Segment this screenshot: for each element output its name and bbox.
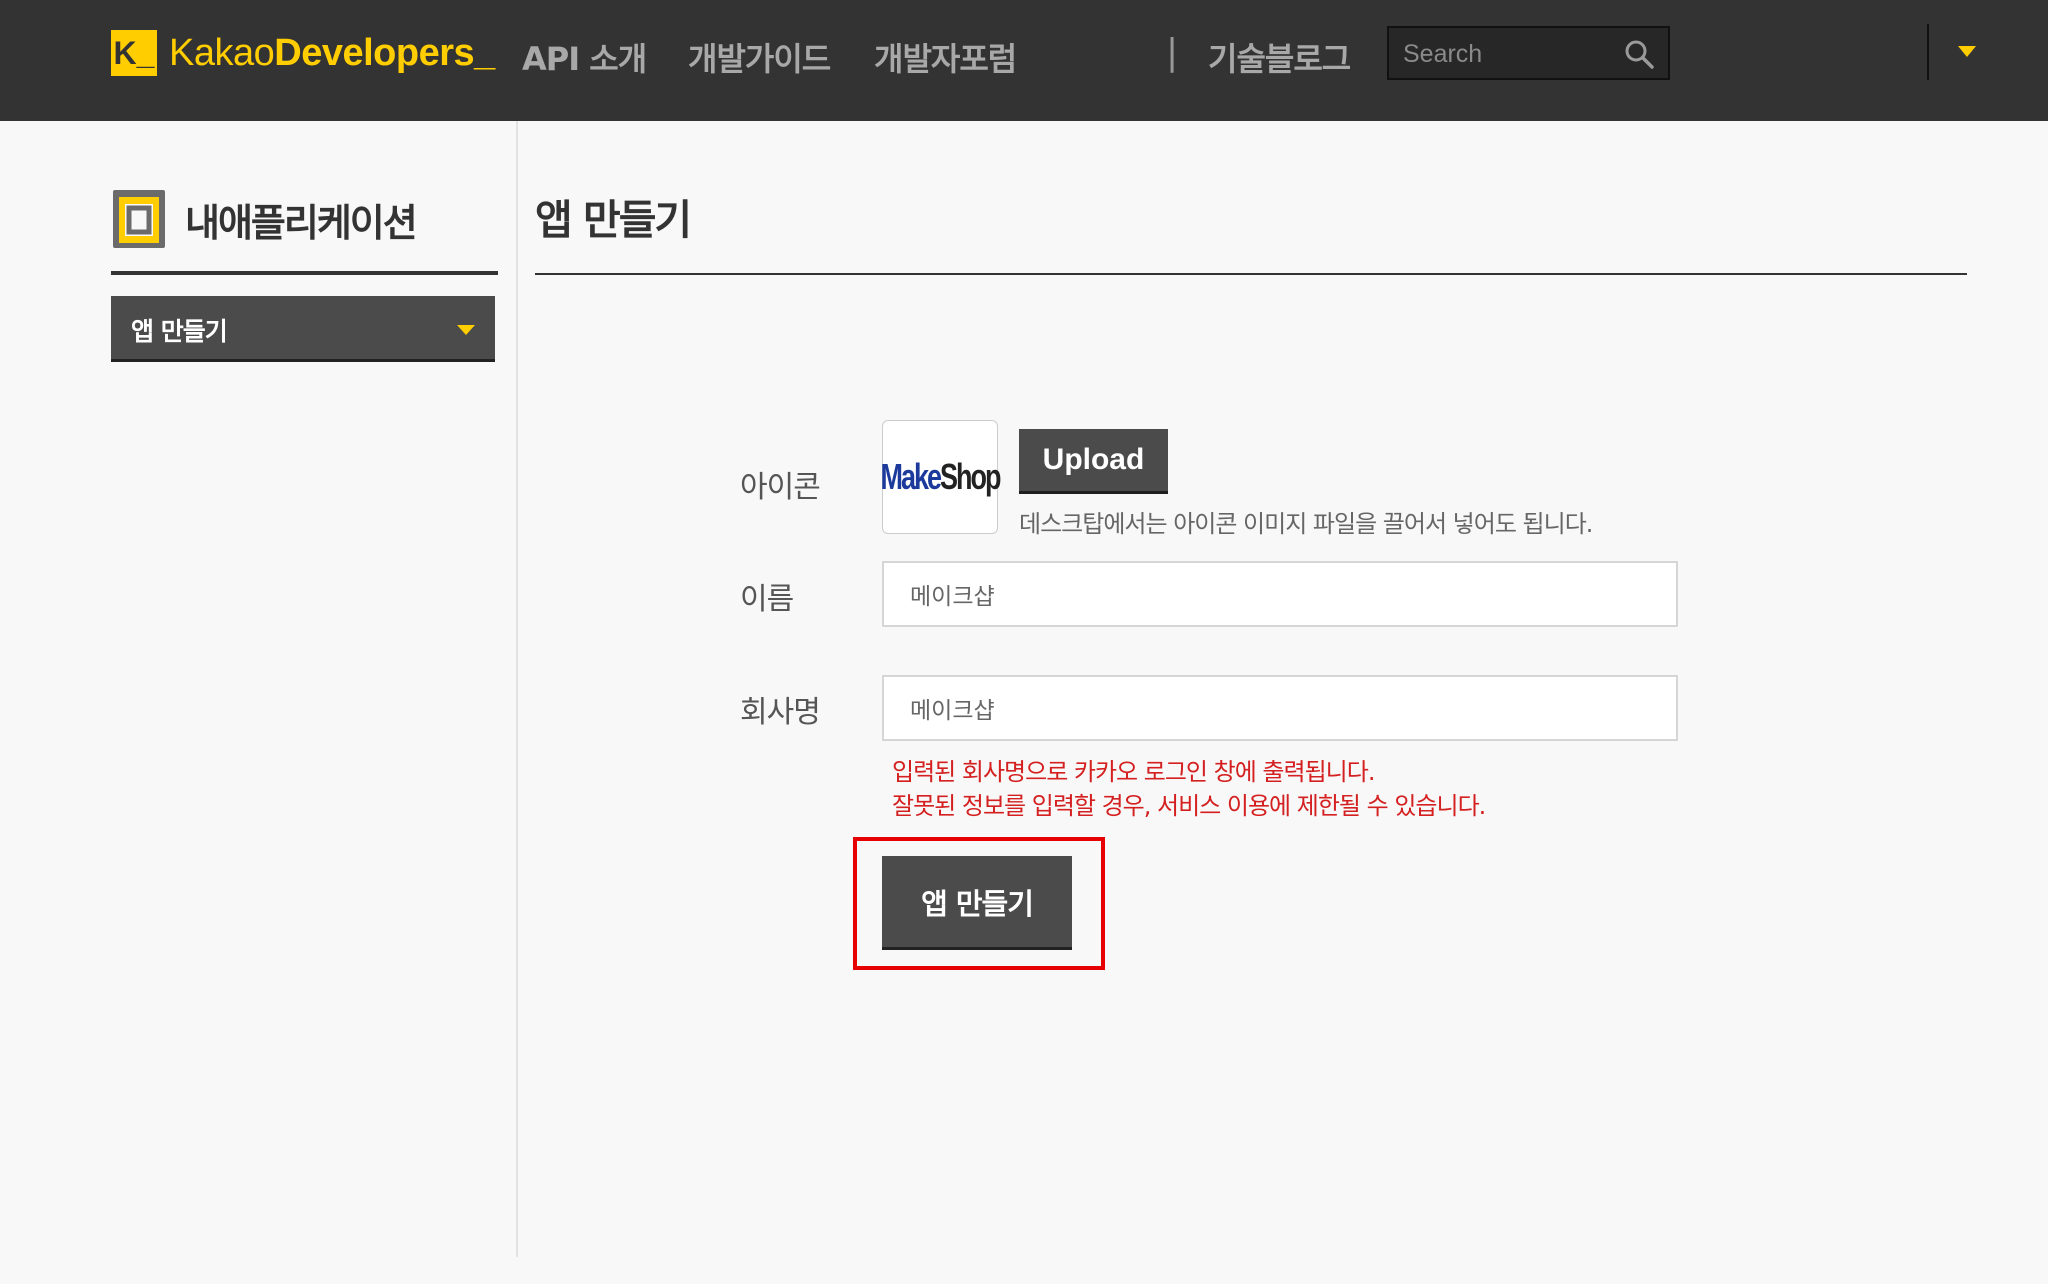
kakao-developers-logo[interactable]: K_ KakaoDevelopers_ (111, 30, 495, 76)
logo-k-text: K_ (113, 34, 155, 71)
name-label: 이름 (740, 582, 794, 617)
search-input[interactable] (1389, 28, 1625, 80)
logo-wordmark: KakaoDevelopers_ (169, 32, 495, 75)
search-box (1387, 26, 1670, 80)
makeshop-logo-make: Make (880, 456, 942, 497)
makeshop-logo: MakeShop (880, 456, 1001, 498)
app-name-input[interactable] (882, 561, 1678, 627)
chevron-down-icon[interactable] (1958, 46, 1976, 57)
logo-k-icon: K_ (111, 30, 157, 76)
top-navigation-bar: K_ KakaoDevelopers_ API 소개 개발가이드 개발자포럼 |… (0, 0, 2048, 121)
makeshop-logo-shop: Shop (940, 456, 1001, 497)
sidebar-divider (516, 121, 518, 1257)
title-rule (535, 273, 1967, 275)
logo-word-developers: Developers (274, 31, 475, 74)
nav-dev-forum[interactable]: 개발자포럼 (874, 34, 1017, 78)
my-application-icon (113, 190, 165, 248)
logo-cursor: _ (474, 31, 495, 74)
company-warning-line1: 입력된 회사명으로 카카오 로그인 창에 출력됩니다. (892, 758, 1375, 786)
nav-api-intro[interactable]: API 소개 (522, 34, 647, 78)
search-icon[interactable] (1624, 39, 1654, 69)
nav-separator: | (1166, 32, 1179, 73)
upload-hint: 데스크탑에서는 아이콘 이미지 파일을 끌어서 넣어도 됩니다. (1019, 510, 1593, 538)
nav-tech-blog[interactable]: 기술블로그 (1208, 34, 1351, 78)
company-name-input[interactable] (882, 675, 1678, 741)
upload-button[interactable]: Upload (1019, 429, 1168, 494)
company-warning-line2: 잘못된 정보를 입력할 경우, 서비스 이용에 제한될 수 있습니다. (892, 792, 1486, 820)
sidebar-menu-dropdown[interactable]: 앱 만들기 (111, 296, 495, 362)
sidebar-title: 내애플리케이션 (185, 200, 418, 245)
sidebar-header: 내애플리케이션 (111, 188, 418, 250)
company-label: 회사명 (740, 695, 821, 730)
app-icon-preview[interactable]: MakeShop (880, 420, 1002, 534)
icon-label: 아이콘 (740, 470, 821, 505)
page-title: 앱 만들기 (535, 196, 692, 244)
sidebar-title-rule (111, 271, 498, 275)
create-app-button[interactable]: 앱 만들기 (882, 856, 1072, 950)
logo-word-kakao: Kakao (169, 31, 275, 74)
nav-dev-guide[interactable]: 개발가이드 (688, 34, 831, 78)
caret-down-icon (457, 325, 475, 335)
header-divider (1927, 24, 1929, 80)
sidebar-menu-label: 앱 만들기 (131, 317, 228, 346)
